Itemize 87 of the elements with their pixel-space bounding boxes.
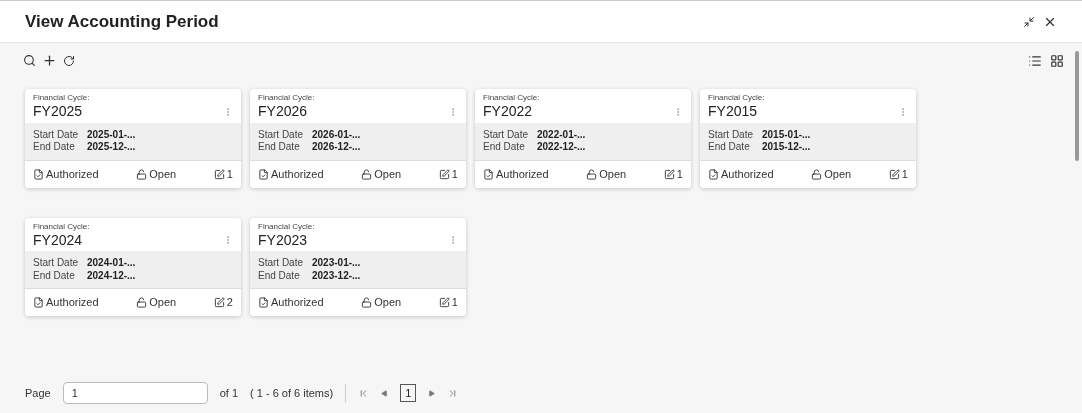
date-label: End Date xyxy=(483,141,526,154)
document-icon xyxy=(258,297,269,308)
collapse-icon[interactable] xyxy=(1023,15,1035,28)
date-value: 2024-01-... xyxy=(87,257,136,270)
current-page[interactable]: 1 xyxy=(400,383,417,403)
modification-count: 1 xyxy=(451,166,458,182)
modification-count: 1 xyxy=(901,166,908,182)
refresh-icon[interactable] xyxy=(63,54,75,67)
date-label: Start Date xyxy=(258,128,305,141)
record-status: Open xyxy=(149,166,177,182)
add-icon[interactable] xyxy=(42,53,57,68)
padlock-icon xyxy=(586,168,598,180)
edit-icon xyxy=(213,168,225,180)
cycle-name: FY2026 xyxy=(258,103,309,121)
document-icon xyxy=(33,168,44,180)
date-value: 2023-01-... xyxy=(312,257,361,270)
grid-view-icon[interactable] xyxy=(1050,53,1064,68)
date-label: Start Date xyxy=(33,128,80,141)
date-value: 2022-01-... xyxy=(537,128,586,141)
auth-status: Authorized xyxy=(46,295,99,311)
modification-count: 1 xyxy=(226,166,233,182)
page-count: of 1 xyxy=(219,385,239,401)
scrollbar[interactable] xyxy=(1075,51,1079,161)
date-value: 2015-12-... xyxy=(762,141,811,154)
cycle-name: FY2023 xyxy=(258,231,309,249)
date-value: 2026-01-... xyxy=(312,128,361,141)
date-label: Start Date xyxy=(483,128,530,141)
cycle-name: FY2025 xyxy=(33,103,84,121)
modification-count: 1 xyxy=(676,166,683,182)
date-label: End Date xyxy=(33,141,76,154)
document-icon xyxy=(483,168,494,180)
date-value: 2025-12-... xyxy=(87,141,136,154)
record-status: Open xyxy=(824,166,852,182)
date-label: End Date xyxy=(258,269,301,282)
modification-count: 1 xyxy=(451,295,458,311)
edit-icon xyxy=(888,168,900,180)
document-icon xyxy=(33,297,44,308)
document-icon xyxy=(708,168,719,180)
field-label: Financial Cycle: xyxy=(483,93,540,103)
date-value: 2023-12-... xyxy=(312,269,361,282)
document-icon xyxy=(258,168,269,180)
date-value: 2022-12-... xyxy=(537,141,586,154)
auth-status: Authorized xyxy=(721,166,774,182)
edit-icon xyxy=(438,297,450,308)
record-status: Open xyxy=(599,166,627,182)
padlock-icon xyxy=(136,168,148,180)
previous-page-icon[interactable] xyxy=(381,389,389,397)
edit-icon xyxy=(213,297,225,308)
date-label: Start Date xyxy=(708,128,755,141)
padlock-icon xyxy=(811,168,823,180)
date-value: 2015-01-... xyxy=(762,128,811,141)
page-label: Page xyxy=(25,385,51,401)
modification-count: 2 xyxy=(226,295,233,311)
padlock-icon xyxy=(361,297,373,308)
date-label: Start Date xyxy=(33,257,80,270)
field-label: Financial Cycle: xyxy=(33,221,90,232)
auth-status: Authorized xyxy=(271,166,324,182)
field-label: Financial Cycle: xyxy=(258,221,315,232)
date-label: End Date xyxy=(258,141,301,154)
field-label: Financial Cycle: xyxy=(33,93,90,103)
field-label: Financial Cycle: xyxy=(708,93,765,103)
search-icon[interactable] xyxy=(23,54,36,67)
date-label: End Date xyxy=(33,269,76,282)
next-page-icon[interactable] xyxy=(428,389,436,397)
page-input[interactable]: 1 xyxy=(62,382,208,404)
auth-status: Authorized xyxy=(496,166,549,182)
window-title: View Accounting Period xyxy=(25,10,219,33)
edit-icon xyxy=(438,168,450,180)
cycle-name: FY2022 xyxy=(483,103,534,121)
date-value: 2026-12-... xyxy=(312,141,361,154)
auth-status: Authorized xyxy=(46,166,99,182)
edit-icon xyxy=(663,168,675,180)
padlock-icon xyxy=(136,297,148,308)
cycle-name: FY2024 xyxy=(33,231,84,249)
date-label: Start Date xyxy=(258,257,305,270)
auth-status: Authorized xyxy=(271,295,324,311)
padlock-icon xyxy=(361,168,373,180)
date-label: End Date xyxy=(708,141,751,154)
record-status: Open xyxy=(149,295,177,311)
record-status: Open xyxy=(374,295,402,311)
field-label: Financial Cycle: xyxy=(258,93,315,103)
record-status: Open xyxy=(374,166,402,182)
list-view-icon[interactable] xyxy=(1028,53,1042,68)
date-value: 2024-12-... xyxy=(87,269,136,282)
items-range: ( 1 - 6 of 6 items) xyxy=(250,385,334,401)
cycle-name: FY2015 xyxy=(708,103,759,121)
date-value: 2025-01-... xyxy=(87,128,136,141)
